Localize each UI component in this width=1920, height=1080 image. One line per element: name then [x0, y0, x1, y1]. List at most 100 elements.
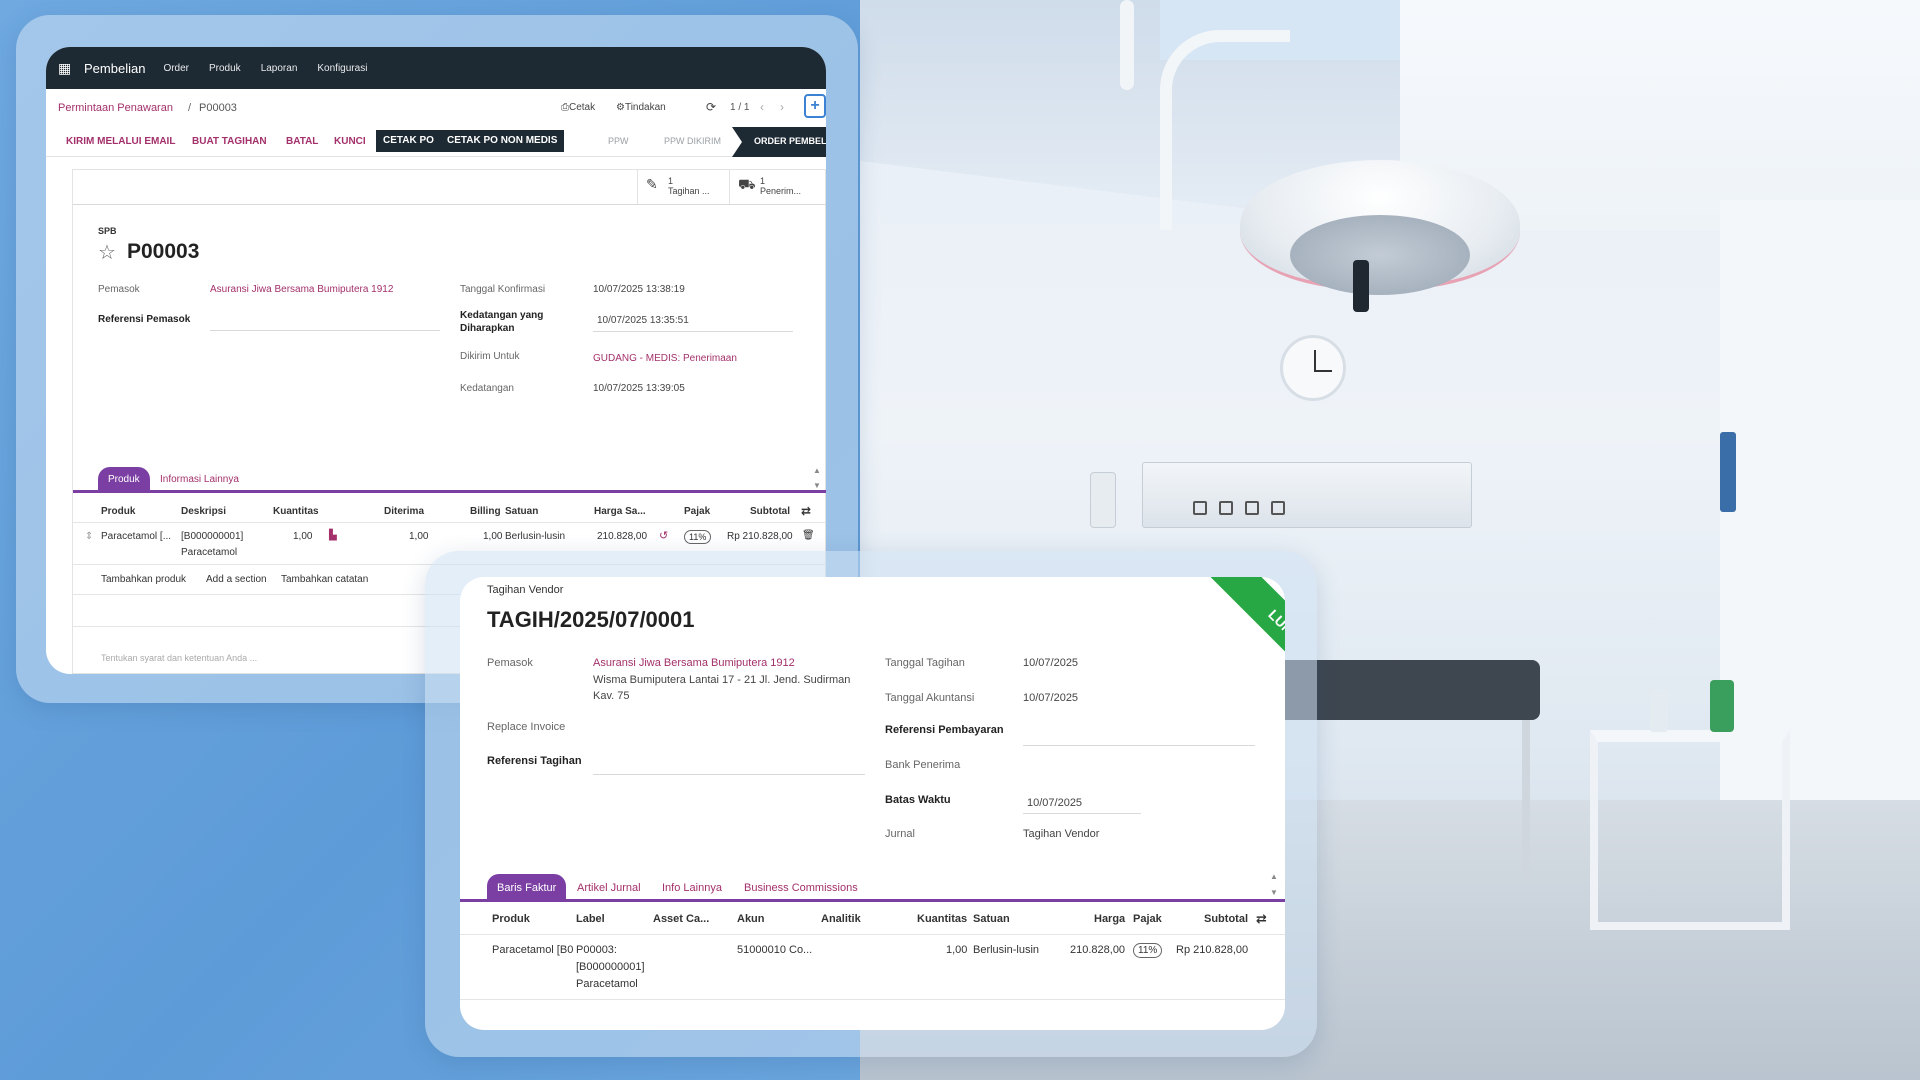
tab-baris-faktur[interactable]: Baris Faktur [487, 874, 567, 902]
line-label-code[interactable]: [B000000001] [576, 961, 645, 973]
line-description-code[interactable]: [B000000001] [181, 531, 243, 542]
action-menu[interactable]: ⚙Tindakan [616, 102, 666, 113]
trash-icon[interactable]: 🗑 [802, 530, 815, 541]
print-label: Cetak [569, 102, 596, 113]
supplier-ref-input[interactable] [210, 330, 440, 331]
smart-button-bills[interactable]: ✎ 1 Tagihan ... [637, 170, 729, 204]
column-header[interactable]: Deskripsi [181, 506, 226, 517]
bill-ref-input[interactable] [593, 774, 865, 775]
favorite-star-icon[interactable]: ☆ [98, 240, 116, 265]
scroll-up-icon[interactable]: ▲ [813, 466, 821, 475]
tab-info-lainnya[interactable]: Info Lainnya [662, 882, 722, 894]
column-header[interactable]: Akun [737, 913, 765, 925]
breadcrumb-current: P00003 [199, 102, 237, 114]
create-bill-button[interactable]: BUAT TAGIHAN [192, 136, 267, 147]
menu-laporan[interactable]: Laporan [261, 63, 298, 74]
tax-tag[interactable]: 11% [1133, 943, 1163, 958]
column-header[interactable]: Subtotal [750, 506, 790, 517]
tab-informasi-lainnya[interactable]: Informasi Lainnya [160, 474, 239, 485]
line-uom[interactable]: Berlusin-lusin [505, 531, 565, 542]
supplier-link[interactable]: Asuransi Jiwa Bersama Bumiputera 1912 [210, 284, 393, 295]
column-header[interactable]: Satuan [505, 506, 538, 517]
column-header[interactable]: Subtotal [1204, 913, 1248, 925]
replace-invoice-label: Replace Invoice [487, 721, 566, 733]
add-section-link[interactable]: Add a section [206, 574, 267, 585]
reset-price-icon[interactable]: ↺ [659, 529, 668, 542]
tab-artikel-jurnal[interactable]: Artikel Jurnal [577, 882, 641, 894]
menu-produk[interactable]: Produk [209, 63, 241, 74]
line-product[interactable]: Paracetamol [... [101, 531, 171, 542]
status-ppw[interactable]: PPW [608, 136, 629, 146]
scroll-up-icon[interactable]: ▲ [1270, 872, 1278, 881]
scroll-down-icon[interactable]: ▼ [813, 481, 821, 490]
column-header[interactable]: Asset Ca... [653, 913, 709, 925]
column-header[interactable]: Pajak [1133, 913, 1162, 925]
new-record-button[interactable]: + [804, 94, 826, 118]
menu-konfigurasi[interactable]: Konfigurasi [317, 63, 367, 74]
breadcrumb-parent[interactable]: Permintaan Penawaran [58, 102, 173, 114]
column-header[interactable]: Produk [101, 506, 135, 517]
forecast-chart-icon[interactable]: ▙ [329, 530, 337, 541]
line-label-ref[interactable]: P00003: [576, 944, 617, 956]
column-settings-icon[interactable]: ⇄ [1256, 911, 1267, 927]
tab-produk[interactable]: Produk [98, 467, 150, 493]
tax-tag[interactable]: 11% [684, 530, 712, 544]
column-header[interactable]: Label [576, 913, 605, 925]
scroll-down-icon[interactable]: ▼ [1270, 888, 1278, 897]
print-action[interactable]: ⎙Cetak [561, 102, 595, 113]
line-product[interactable]: Paracetamol [B0 [492, 944, 573, 956]
line-uom[interactable]: Berlusin-lusin [973, 944, 1039, 956]
status-ppw-dikirim[interactable]: PPW DIKIRIM [664, 136, 721, 146]
send-email-button[interactable]: KIRIM MELALUI EMAIL [66, 136, 175, 147]
column-header[interactable]: Kuantitas [273, 506, 319, 517]
column-header[interactable]: Analitik [821, 913, 861, 925]
supplier-address-line2: Kav. 75 [593, 690, 630, 702]
line-received[interactable]: 1,00 [409, 531, 428, 542]
line-account[interactable]: 51000010 Co... [737, 944, 812, 956]
lock-button[interactable]: KUNCI [334, 136, 366, 147]
payment-ref-label: Referensi Pembayaran [885, 724, 1004, 736]
bank-label: Bank Penerima [885, 759, 961, 771]
status-order-pembelian[interactable]: ORDER PEMBELIAN [732, 127, 826, 157]
add-note-link[interactable]: Tambahkan catatan [281, 574, 368, 585]
line-price[interactable]: 210.828,00 [597, 531, 647, 542]
column-header[interactable]: Diterima [384, 506, 424, 517]
refresh-icon[interactable]: ⟳ [706, 100, 716, 114]
pager-next-icon[interactable]: › [780, 100, 784, 114]
expected-date-input[interactable]: 10/07/2025 13:35:51 [597, 315, 689, 326]
column-header[interactable]: Kuantitas [917, 913, 967, 925]
line-quantity[interactable]: 1,00 [293, 531, 312, 542]
smart-button-receipts[interactable]: ⛟ 1 Penerim... [729, 170, 826, 204]
print-po-button[interactable]: CETAK PO [376, 130, 441, 152]
menu-order[interactable]: Order [163, 63, 189, 74]
app-brand[interactable]: Pembelian [84, 61, 145, 76]
line-description-name[interactable]: Paracetamol [181, 547, 237, 558]
smart-button-count: 1 [668, 176, 674, 186]
column-header[interactable]: Satuan [973, 913, 1010, 925]
terms-input[interactable]: Tentukan syarat dan ketentuan Anda ... [101, 653, 257, 663]
drag-handle-icon[interactable]: ⇕ [85, 531, 93, 542]
column-settings-icon[interactable]: ⇄ [801, 504, 811, 518]
surgical-lamp-lens [1290, 215, 1470, 295]
line-quantity[interactable]: 1,00 [946, 944, 967, 956]
payment-ref-input[interactable] [1023, 745, 1255, 746]
pager-prev-icon[interactable]: ‹ [760, 100, 764, 114]
column-header[interactable]: Harga [1094, 913, 1125, 925]
apps-menu-icon[interactable]: ▦ [58, 61, 76, 75]
line-price[interactable]: 210.828,00 [1070, 944, 1125, 956]
cancel-button[interactable]: BATAL [286, 136, 318, 147]
column-header[interactable]: Harga Sa... [594, 506, 646, 517]
column-header[interactable]: Billing [470, 506, 501, 517]
line-label-name[interactable]: Paracetamol [576, 978, 638, 990]
record-name: TAGIH/2025/07/0001 [487, 607, 695, 632]
tab-business-commissions[interactable]: Business Commissions [744, 882, 858, 894]
add-product-link[interactable]: Tambahkan produk [101, 574, 186, 585]
column-header[interactable]: Produk [492, 913, 530, 925]
smart-button-label: Penerim... [760, 186, 802, 196]
deliver-to-link[interactable]: GUDANG - MEDIS: Penerimaan [593, 353, 737, 364]
column-header[interactable]: Pajak [684, 506, 710, 517]
due-date-input[interactable]: 10/07/2025 [1027, 797, 1082, 809]
supplier-link[interactable]: Asuransi Jiwa Bersama Bumiputera 1912 [593, 657, 795, 669]
print-po-non-medis-button[interactable]: CETAK PO NON MEDIS [440, 130, 565, 152]
arrival-label: Kedatangan [460, 383, 514, 394]
